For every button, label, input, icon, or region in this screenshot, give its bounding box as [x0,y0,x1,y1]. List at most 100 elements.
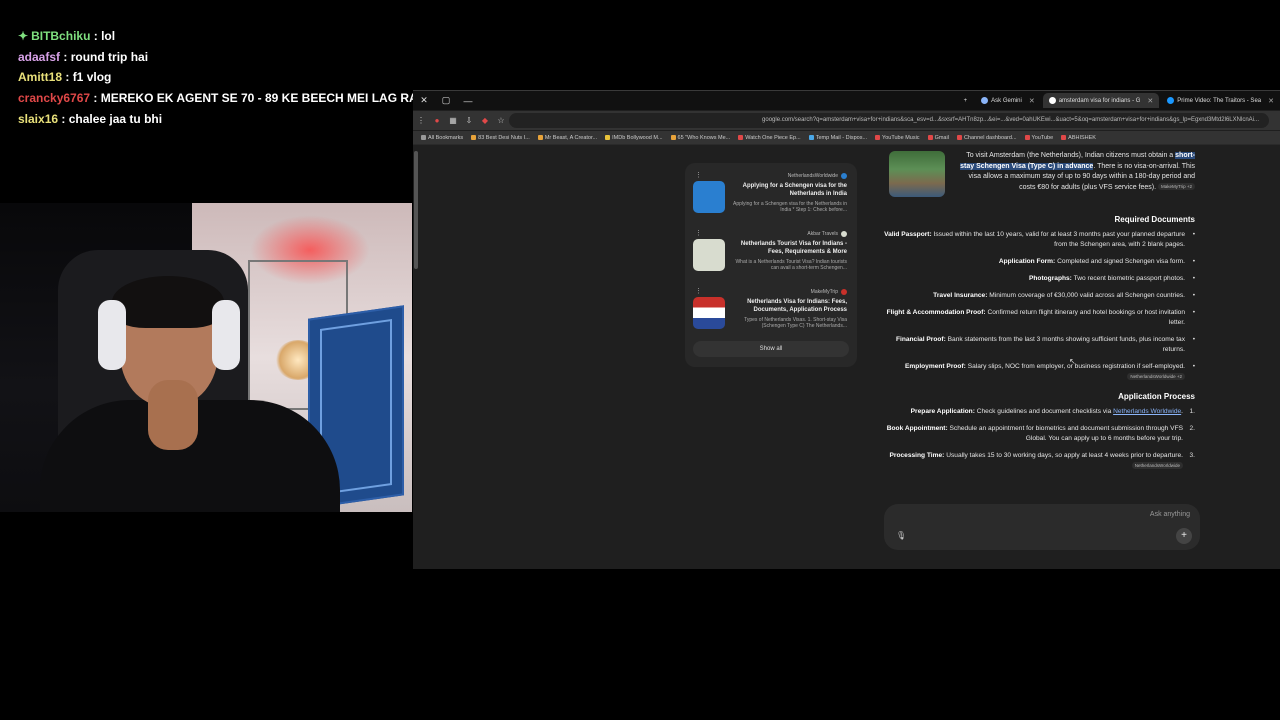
source-site-name: Akbar Travels [807,231,838,237]
bookmark-item[interactable]: YouTube [1024,134,1054,141]
citation-chip[interactable]: NetherlandsWorldwide +2 [1127,372,1185,380]
source-thumbnail [693,297,725,329]
scrollbar[interactable] [414,151,418,269]
sources-panel: ⋮ NetherlandsWorldwide Applying for a Sche… [685,163,857,367]
more-options-icon[interactable]: ⋮ [695,171,702,179]
citation-chip[interactable]: MakeMyTrip +2 [1158,183,1195,191]
bookmark-favicon-icon [605,135,611,140]
bookmark-favicon-icon [1061,135,1067,140]
bookmark-item[interactable]: Mr Beast, A Creator... [537,134,598,141]
bookmark-label: YouTube [1031,134,1054,141]
bookmark-item[interactable]: 83 Best Desi Nuts I... [471,135,530,141]
document-label: Photographs: [1029,275,1072,282]
step-link[interactable]: Netherlands Worldwide [1113,408,1181,415]
chat-overlay: ✦ BITBchiku : lol adaafsf : round trip hai… [18,26,459,130]
document-label: Travel Insurance: [933,292,988,299]
bookmark-star-icon[interactable]: ☆ [493,116,509,125]
chat-username[interactable]: adaafsf [18,50,60,64]
more-options-icon[interactable]: ⋮ [695,229,702,237]
extension-icon[interactable]: ◆ [477,116,493,125]
show-all-button[interactable]: Show all [693,341,849,357]
site-favicon-icon [841,173,847,179]
bookmark-item[interactable]: IMDb Bollywood M... [605,134,663,141]
step-label: Book Appointment: [886,425,948,432]
document-item: Employment Proof: Salary slips, NOC from… [883,362,1195,382]
chat-username[interactable]: Amitt18 [18,70,62,84]
downloads-icon[interactable]: ⇩ [461,116,477,125]
browser-tab[interactable]: Prime Video: The Traitors - Sea ✕ [1161,93,1280,108]
add-icon[interactable]: + [1176,528,1192,544]
source-card[interactable]: ⋮ NetherlandsWorldwide Applying for a Sche… [693,171,853,229]
chat-message: Amitt18 : f1 vlog [18,67,410,88]
document-text: Salary slips, NOC from employer, or busi… [967,363,1185,370]
headphones-left [98,300,126,370]
citation-chip[interactable]: NetherlandsWorldwide [1131,461,1183,469]
address-bar[interactable]: google.com/search?q=amsterdam+visa+for+i… [509,113,1269,128]
bookmark-label: 83 Best Desi Nuts I... [478,134,530,141]
bookmark-favicon-icon [738,135,744,140]
bookmark-item[interactable]: ABHISHEK [1061,135,1096,141]
step-text: Usually takes 15 to 30 working days, so … [946,452,1183,459]
tab-label: Prime Video: The Traitors - Sea [1177,97,1262,104]
more-options-icon[interactable]: ⋮ [695,287,702,295]
source-card[interactable]: ⋮ MakeMyTrip Netherlands Visa for Indians:… [693,287,853,345]
headphones-right [212,300,240,370]
source-card[interactable]: ⋮ Akbar Travels Netherlands Tourist Visa f… [693,229,853,287]
mic-icon[interactable]: 🎙 [896,531,906,540]
bookmark-item[interactable]: Watch One Piece Ep... [738,135,801,141]
profile-avatar[interactable]: ● [429,116,445,125]
bookmark-label: IMDb Bollywood M... [612,134,663,141]
bookmark-item[interactable]: 65 "Who Knows Me... [670,135,730,141]
document-text: Issued within the last 10 years, valid f… [933,231,1185,248]
document-item: Financial Proof: Bank statements from th… [883,335,1195,355]
chat-username[interactable]: slaix16 [18,112,58,126]
document-label: Application Form: [998,258,1056,265]
bookmark-item[interactable]: Gmail [927,135,949,141]
browser-tab[interactable]: amsterdam visa for indians - G ✕ [1042,93,1160,108]
chat-text: round trip hai [70,49,149,64]
gemini-icon [981,97,989,104]
bookmark-favicon-icon [471,135,477,140]
new-tab-button[interactable]: + [958,93,974,108]
chat-message: slaix16 : chalee jaa tu bhi [18,109,410,130]
step-label: Processing Time: [889,452,945,459]
chat-username[interactable]: crancky6767 [18,91,90,105]
chat-username[interactable]: BITBchiku [31,29,90,43]
source-title: Netherlands Visa for Indians: Fees, Docu… [747,299,847,313]
close-tab-icon[interactable]: ✕ [1268,97,1274,105]
bookmark-favicon-icon [1024,135,1030,140]
bookmark-label: ABHISHEK [1068,134,1096,141]
close-tab-icon[interactable]: ✕ [1147,97,1153,105]
step-text: Check guidelines and document checklists… [976,408,1114,415]
document-item: Photographs: Two recent biometric passpo… [883,274,1195,284]
bookmark-item[interactable]: Temp Mail - Dispos... [808,135,867,141]
extensions-icon[interactable]: ▦ [445,116,461,125]
intro-paragraph: To visit Amsterdam (the Netherlands), In… [960,152,1195,191]
close-tab-icon[interactable]: ✕ [1029,97,1035,105]
ask-box[interactable]: Ask anything 🎙 + [884,504,1200,550]
source-snippet: Applying for a Schengen visa for the Net… [733,201,847,213]
chat-text: chalee jaa tu bhi [68,111,163,126]
minimize-window-icon[interactable]: — [457,96,479,106]
menu-icon[interactable]: ⋮ [413,116,429,125]
close-window-icon[interactable]: ✕ [413,95,435,106]
chat-text: lol [101,29,116,43]
bookmark-item[interactable]: All Bookmarks [421,135,463,141]
bookmark-favicon-icon [421,135,426,140]
document-item: Valid Passport: Issued within the last 1… [883,230,1195,250]
document-text: Bank statements from the last 3 months s… [947,336,1185,353]
tab-label: Ask Gemini [991,97,1022,104]
document-label: Financial Proof: [895,336,946,343]
browser-tab[interactable]: Ask Gemini ✕ [975,93,1041,108]
bookmark-item[interactable]: Channel dashboard... [956,135,1017,141]
source-title: Netherlands Tourist Visa for Indians - F… [740,241,847,255]
source-thumbnail [693,239,725,271]
bookmark-item[interactable]: YouTube Music [875,135,920,141]
maximize-window-icon[interactable]: ▢ [435,95,457,106]
chat-message: adaafsf : round trip hai [18,47,410,68]
chat-separator: : [90,91,101,106]
source-snippet: Types of Netherlands Visas. 1. Short-sta… [744,317,847,329]
bookmark-label: Mr Beast, A Creator... [544,134,598,141]
amsterdam-image[interactable] [889,151,945,197]
mouse-cursor: ↖ [1069,357,1076,366]
